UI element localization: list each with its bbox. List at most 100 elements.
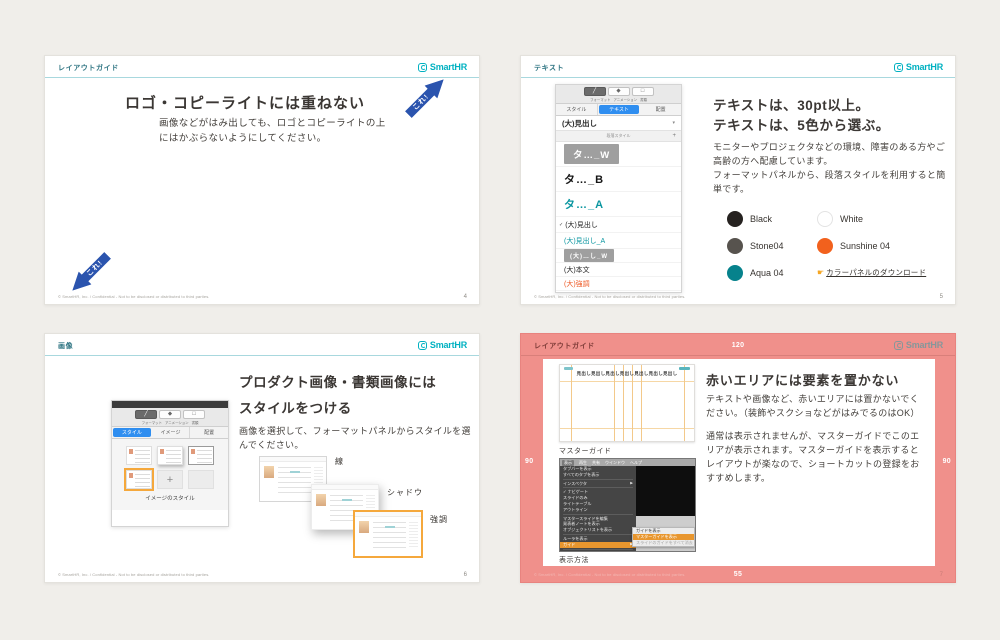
smarthr-logo: SmartHR xyxy=(418,340,467,350)
paragraph-style-dropdown: (大)見出し ▾ xyxy=(556,116,681,131)
menu-item: アウトライン xyxy=(560,507,636,513)
avatar xyxy=(359,521,369,533)
example-screenshot-emphasis xyxy=(353,510,423,558)
body-paragraph: フォーマットパネルから、段落スタイルを利用すると簡単です。 xyxy=(713,168,951,196)
color-swatch-grid: Black White Stone04 Sunshine 04 Aqua 04 … xyxy=(727,205,965,286)
smarthr-logo-icon xyxy=(418,341,427,350)
panel-caption: イメージのスタイル xyxy=(112,489,228,510)
animate-diamond-icon: ◆ xyxy=(159,410,181,419)
panel-segmented-control: スタイル イメージ 配置 xyxy=(112,427,228,439)
style-label-aqua: タ…_A xyxy=(564,196,604,212)
dropdown-value: (大)見出し xyxy=(562,118,597,129)
swatch-circle xyxy=(817,211,833,227)
body-paragraph: テキストや画像など、赤いエリアには置かないでください。（装飾やスクショなどがはみ… xyxy=(706,392,926,420)
style-chip-white: タ…_W xyxy=(564,144,619,164)
checkmark-icon: ✓ xyxy=(559,222,563,228)
submenu-arrow-icon: ▶ xyxy=(630,551,633,552)
slide-title-line2: スタイルをつける xyxy=(239,396,436,422)
style-list-item: (大)本文 xyxy=(556,263,681,277)
menu-item: コメント ▶ xyxy=(560,551,636,552)
menu-separator xyxy=(563,534,633,535)
guides-submenu: ガイドを表示 マスターガイドを表示 スライドのガイドをすべて消去 xyxy=(632,527,695,547)
menu-item: インスペクタ ▶ xyxy=(560,481,636,487)
header-underline xyxy=(521,355,955,356)
style-list-item: タ…_W xyxy=(556,142,681,167)
swatch-label: Stone04 xyxy=(750,241,784,251)
smarthr-logo-icon xyxy=(418,63,427,72)
copyright-footer: © SmartHR, Inc. / Confidential - Not to … xyxy=(534,572,686,577)
slide-canvas-preview xyxy=(636,466,695,516)
menubar-item-help: ヘルプ xyxy=(630,460,642,466)
page-number: 7 xyxy=(940,572,943,578)
style-label-black: タ…_B xyxy=(564,171,604,187)
menu-bar: 表示 再生 共有 ウインドウ ヘルプ xyxy=(560,459,695,466)
menu-separator xyxy=(563,487,633,488)
submenu-item-disabled: スライドのガイドをすべて消去 xyxy=(633,540,694,546)
toolbar-tab-label: 書類 xyxy=(192,420,199,425)
color-swatch-sunshine04: Sunshine 04 xyxy=(817,238,965,254)
slide-title: ロゴ・コピーライトには重ねない xyxy=(45,92,445,113)
slide-section-label: レイアウトガイド xyxy=(58,63,119,73)
image-style-panel-screenshot: ╱ ◆ □ フォーマット アニメーション 書類 スタイル イメージ 配置 + イ… xyxy=(111,400,229,527)
menu-item-label: ガイド xyxy=(563,542,575,548)
slide-title: 赤いエリアには要素を置かない xyxy=(706,370,899,389)
header-underline xyxy=(521,77,955,78)
style-list-item: タ…_A xyxy=(556,192,681,217)
text-lines-graphic xyxy=(278,467,311,493)
swatch-circle xyxy=(727,211,743,227)
toolbar-tab-label: フォーマット xyxy=(142,420,162,425)
style-label: (大)本文 xyxy=(564,265,590,275)
toolbar-tab-label: アニメーション xyxy=(165,420,189,425)
document-icon: □ xyxy=(183,410,205,419)
view-menu-panel: タブバーを表示 すべてのタブを表示 インスペクタ ▶ ✓ ナビゲート スライドの… xyxy=(560,466,636,551)
page-number: 4 xyxy=(464,294,467,300)
smarthr-logo: SmartHR xyxy=(894,62,943,72)
thumbnail-logo-bar xyxy=(679,367,690,370)
swatch-label: Sunshine 04 xyxy=(840,241,890,251)
color-swatch-black: Black xyxy=(727,211,817,227)
smarthr-logo: SmartHR xyxy=(418,62,467,72)
style-thumbnail-selected xyxy=(126,470,152,489)
menu-item: オブジェクトリストを表示 xyxy=(560,527,636,533)
callout-arrow-label: これ! xyxy=(84,258,105,279)
style-label: (大)見出し_A xyxy=(564,236,605,246)
checkmark-icon: ✓ xyxy=(563,489,566,494)
example-label-shadow: シャドウ xyxy=(387,487,423,498)
mini-window-header xyxy=(355,512,421,517)
segment-style: スタイル xyxy=(556,104,598,115)
window-chrome-bar xyxy=(112,401,228,408)
avatar xyxy=(316,494,326,506)
download-link-text: カラーパネルのダウンロード xyxy=(826,267,926,278)
color-panel-download-link[interactable]: ☛ カラーパネルのダウンロード xyxy=(817,267,965,278)
color-swatch-stone04: Stone04 xyxy=(727,238,817,254)
menu-item-label: インスペクタ xyxy=(563,481,587,487)
menu-item-label: コメント xyxy=(563,551,579,552)
style-label: (大)見出し xyxy=(565,220,598,230)
margin-value-left: 90 xyxy=(525,458,533,465)
thumbnail-heading-text: 見出し見出し見出し見出し見出し見出し見出し xyxy=(560,371,694,377)
swatch-circle xyxy=(817,238,833,254)
menu-separator xyxy=(563,549,633,550)
mini-window-header xyxy=(260,457,326,462)
slide-title: テキストは、30pt以上。 テキストは、5色から選ぶ。 xyxy=(713,96,890,136)
slide-body-text: 画像を選択して、フォーマットパネルからスタイルを選んでください。 xyxy=(239,424,477,452)
slide-red-margin-area: レイアウトガイド SmartHR 120 90 90 55 見出し見出し見出し見… xyxy=(520,333,956,583)
text-lines-graphic xyxy=(373,522,406,548)
swatch-label: Black xyxy=(750,214,772,224)
header-underline xyxy=(45,77,479,78)
style-thumbnail xyxy=(126,446,152,465)
menubar-item-view: 表示 xyxy=(562,460,574,466)
slide-body-text: モニターやプロジェクタなどの環境、障害のある方やご高齢の方へ配慮しています。 フ… xyxy=(713,140,951,196)
page-number: 6 xyxy=(464,572,467,578)
style-list-item: (大)強調 xyxy=(556,277,681,291)
copyright-footer: © SmartHR, Inc. / Confidential - Not to … xyxy=(58,572,210,577)
segment-arrange: 配置 xyxy=(640,104,681,115)
slide-section-label: 画像 xyxy=(58,341,73,351)
guide-caption: マスターガイド xyxy=(559,446,612,456)
format-brush-icon: ╱ xyxy=(584,87,606,96)
segment-style-selected: スタイル xyxy=(113,428,151,437)
toolbar-tab-label: 書類 xyxy=(640,97,647,102)
menu-separator xyxy=(563,479,633,480)
page-number: 5 xyxy=(940,294,943,300)
slide-image-styles: 画像 SmartHR ╱ ◆ □ フォーマット アニメーション 書類 スタイル … xyxy=(44,333,480,583)
